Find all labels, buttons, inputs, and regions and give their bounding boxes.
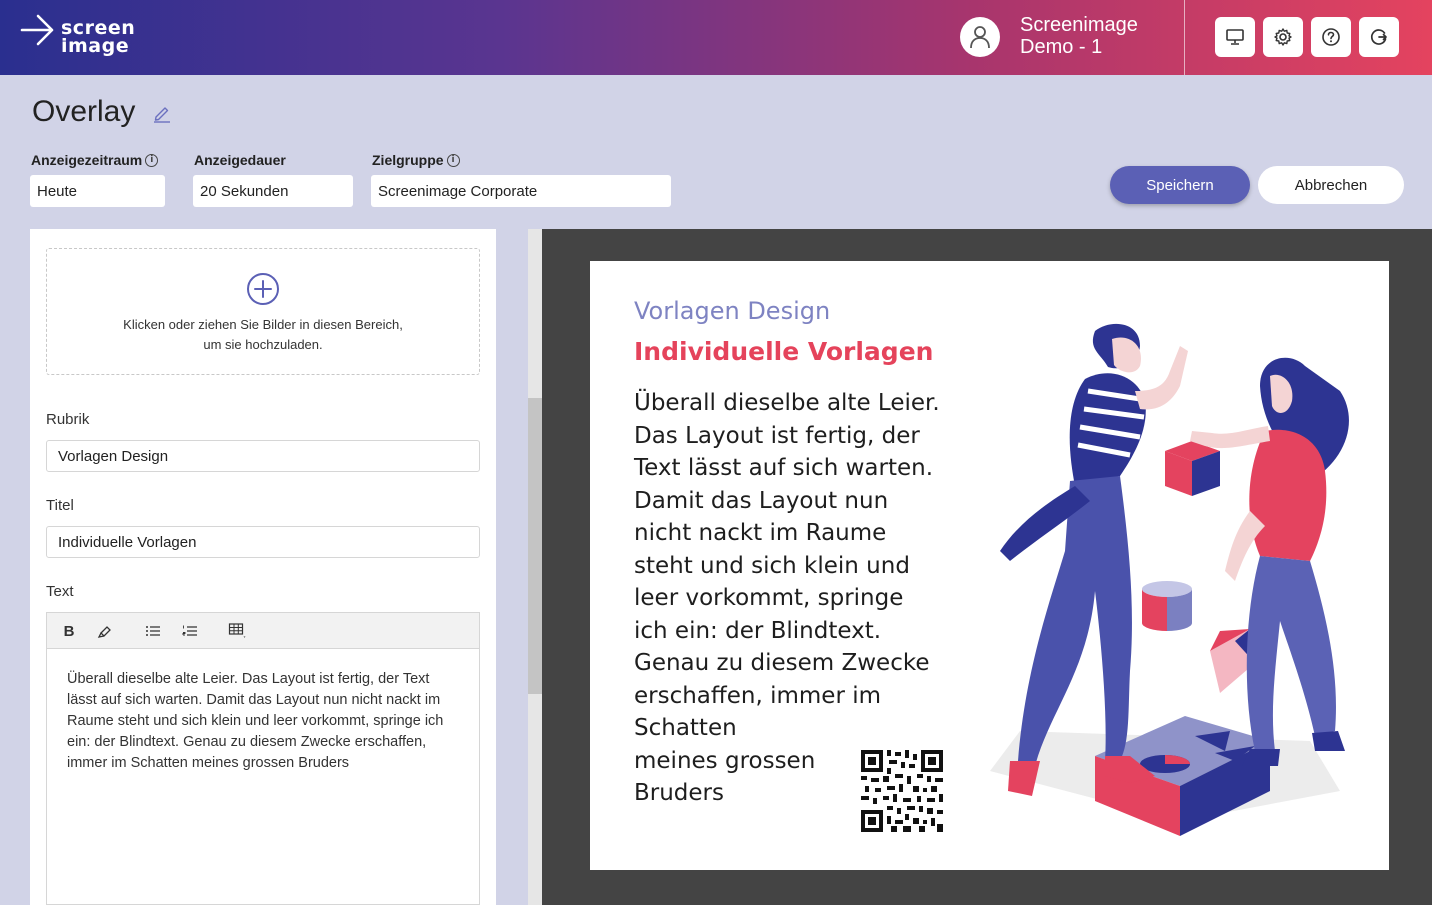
user-name[interactable]: Screenimage Demo - 1 bbox=[1020, 14, 1138, 58]
help-icon bbox=[1322, 28, 1340, 46]
display-button[interactable] bbox=[1215, 17, 1255, 57]
target-group-label: Zielgruppe i bbox=[372, 152, 460, 168]
logo-line-2: image bbox=[61, 35, 130, 57]
page-title: Overlay bbox=[32, 95, 136, 128]
rubrik-label: Rubrik bbox=[46, 411, 90, 428]
pencil-icon[interactable] bbox=[152, 103, 172, 123]
form-scrollbar-thumb[interactable] bbox=[528, 398, 542, 694]
preview-text-line: nicht nackt im Raume bbox=[634, 520, 887, 546]
rich-text-toolbar: B bbox=[46, 612, 480, 649]
duration-label-text: Anzeigedauer bbox=[194, 152, 286, 168]
settings-button[interactable] bbox=[1263, 17, 1303, 57]
upload-hint-line-2: um sie hochzuladen. bbox=[203, 337, 323, 352]
header-divider bbox=[1184, 0, 1185, 75]
preview-text-line: Das Layout ist fertig, der bbox=[634, 422, 920, 449]
plus-circle-icon bbox=[247, 273, 279, 305]
upload-hint-line-1: Klicken oder ziehen Sie Bilder in diesen… bbox=[123, 317, 403, 332]
text-editor[interactable]: Überall dieselbe alte Leier. Das Layout … bbox=[46, 648, 480, 905]
numbered-list-button[interactable] bbox=[178, 619, 202, 643]
preview-text-line: Schatten bbox=[634, 715, 737, 741]
duration-input[interactable]: 20 Sekunden bbox=[193, 175, 353, 207]
upload-hint: Klicken oder ziehen Sie Bilder in diesen… bbox=[47, 315, 479, 355]
monitor-icon bbox=[1226, 29, 1244, 45]
preview-text-line: erschaffen, immer im bbox=[634, 682, 882, 709]
preview-text: Überall dieselbe alte Leier. Das Layout … bbox=[634, 387, 954, 810]
overlay-preview-card: Vorlagen Design Individuelle Vorlagen Üb… bbox=[590, 261, 1389, 870]
preview-text-line: Genau zu diesem Zwecke bbox=[634, 650, 930, 676]
period-label-text: Anzeigezeitraum bbox=[31, 152, 143, 168]
period-label: Anzeigezeitraum i bbox=[31, 152, 159, 168]
highlighter-icon bbox=[97, 626, 111, 638]
bold-button[interactable]: B bbox=[57, 619, 81, 643]
titel-label: Titel bbox=[46, 497, 74, 514]
user-name-line-1: Screenimage bbox=[1020, 14, 1138, 36]
table-button[interactable] bbox=[226, 619, 250, 643]
preview-title: Individuelle Vorlagen bbox=[634, 337, 934, 366]
arrow-right-icon bbox=[20, 14, 54, 46]
logout-button[interactable] bbox=[1359, 17, 1399, 57]
period-select[interactable]: Heute bbox=[30, 175, 165, 207]
bold-icon: B bbox=[63, 622, 75, 640]
target-group-select[interactable]: Screenimage Corporate bbox=[371, 175, 671, 207]
target-group-label-text: Zielgruppe bbox=[372, 152, 444, 168]
preview-text-line: steht und sich klein und bbox=[634, 552, 910, 579]
preview-text-line: Überall dieselbe alte Leier. bbox=[634, 390, 940, 416]
preview-text-line: Damit das Layout nun bbox=[634, 487, 889, 514]
qr-code-icon bbox=[861, 750, 943, 832]
user-name-line-2: Demo - 1 bbox=[1020, 36, 1103, 58]
save-button[interactable]: Speichern bbox=[1110, 166, 1250, 204]
image-upload-dropzone[interactable]: Klicken oder ziehen Sie Bilder in diesen… bbox=[46, 248, 480, 375]
overlay-settings-bar: Overlay Anzeigezeitraum i Heute Anzeiged… bbox=[0, 75, 1432, 229]
gear-icon bbox=[1274, 28, 1292, 46]
screenimage-logo[interactable]: screen image bbox=[20, 10, 150, 62]
bullet-list-button[interactable] bbox=[141, 619, 165, 643]
bullet-list-icon bbox=[146, 626, 160, 636]
help-button[interactable] bbox=[1311, 17, 1351, 57]
titel-input[interactable]: Individuelle Vorlagen bbox=[46, 526, 480, 558]
logo-wordmark: screen image bbox=[61, 19, 135, 57]
preview-text-line: ich ein: der Blindtext. bbox=[634, 617, 882, 644]
info-icon[interactable]: i bbox=[446, 153, 460, 167]
user-icon bbox=[970, 26, 990, 49]
info-icon[interactable]: i bbox=[145, 153, 159, 167]
preview-text-line: Text lässt auf sich warten. bbox=[634, 455, 934, 481]
logout-icon bbox=[1370, 29, 1387, 45]
preview-text-line: leer vorkommt, springe bbox=[634, 585, 904, 611]
duration-label: Anzeigedauer bbox=[194, 152, 286, 168]
preview-rubrik: Vorlagen Design bbox=[634, 297, 831, 325]
text-label: Text bbox=[46, 583, 74, 600]
table-icon bbox=[228, 623, 246, 638]
app-header: screen image Screenimage Demo - 1 bbox=[0, 0, 1432, 75]
cancel-button[interactable]: Abbrechen bbox=[1258, 166, 1404, 204]
rubrik-input[interactable]: Vorlagen Design bbox=[46, 440, 480, 472]
highlight-button[interactable] bbox=[93, 619, 117, 643]
two-people-with-shapes-illustration bbox=[990, 323, 1349, 836]
numbered-list-icon bbox=[182, 625, 197, 636]
user-avatar[interactable] bbox=[960, 17, 1000, 57]
